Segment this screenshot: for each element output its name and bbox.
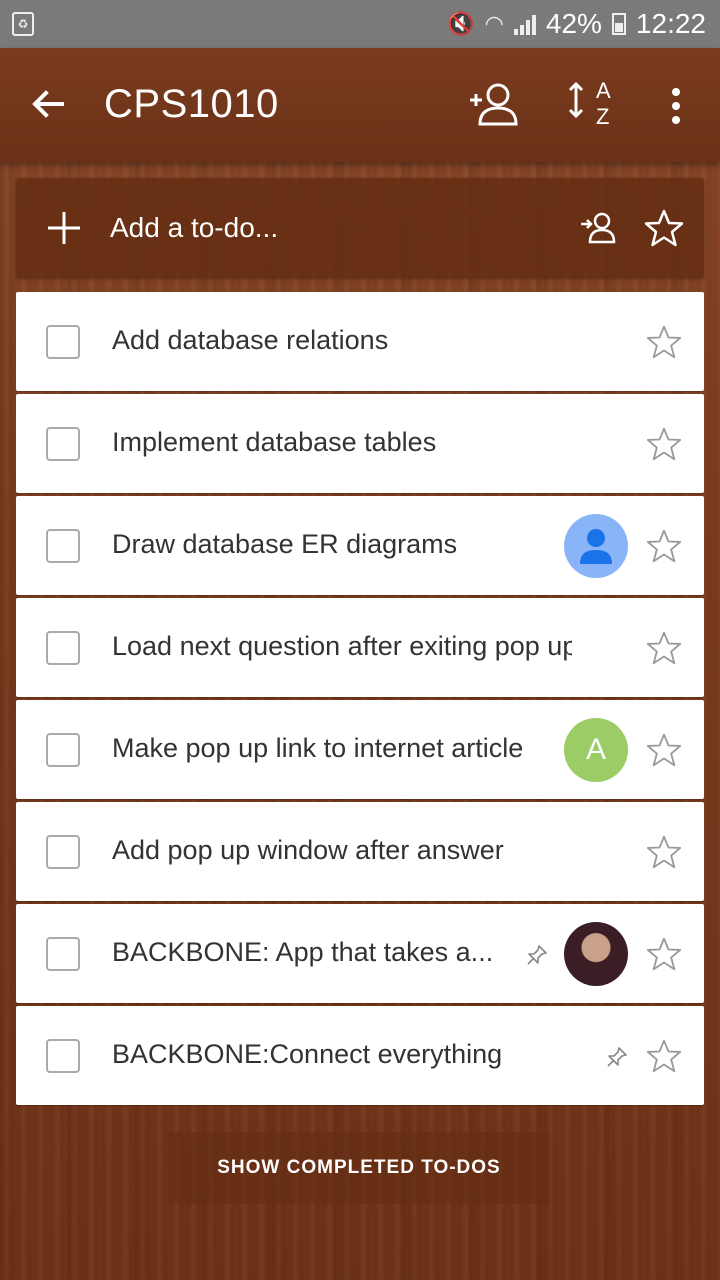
app-bar: CPS1010 A Z: [0, 48, 720, 162]
todo-title: Implement database tables: [112, 427, 437, 457]
todo-item[interactable]: Make pop up link to internet article A: [16, 700, 704, 799]
arrow-left-icon: [32, 90, 64, 118]
todo-checkbox[interactable]: [46, 733, 80, 767]
svg-text:A: A: [596, 78, 611, 103]
todo-checkbox[interactable]: [46, 631, 80, 665]
plus-icon[interactable]: [46, 210, 82, 246]
status-bar: ♻ 🔇 ◠ 42% 12:22: [0, 0, 720, 48]
pin-icon: [526, 944, 548, 966]
assign-button[interactable]: [578, 208, 618, 248]
assign-person-icon: [581, 212, 616, 244]
todo-title: Load next question after exiting pop up: [112, 631, 572, 661]
star-icon[interactable]: [646, 1038, 682, 1074]
recycle-icon: ♻: [12, 12, 34, 36]
clock: 12:22: [635, 8, 706, 39]
sort-button[interactable]: A Z: [566, 76, 616, 132]
back-button[interactable]: [28, 84, 68, 124]
todo-item[interactable]: BACKBONE:Connect everything: [16, 1006, 704, 1105]
todo-item[interactable]: Implement database tables: [16, 394, 704, 493]
todo-title: Add pop up window after answer: [112, 835, 504, 865]
mute-icon: 🔇: [447, 11, 475, 36]
todo-title: BACKBONE:Connect everything: [112, 1039, 503, 1069]
pin-icon: [606, 1046, 628, 1068]
battery-icon: [611, 13, 626, 35]
todo-title: Make pop up link to internet article: [112, 733, 524, 763]
todo-list: Add database relations Implement database…: [16, 292, 704, 1108]
todo-item[interactable]: BACKBONE: App that takes a...: [16, 904, 704, 1003]
todo-item[interactable]: Draw database ER diagrams: [16, 496, 704, 595]
todo-item[interactable]: Add pop up window after answer: [16, 802, 704, 901]
avatar[interactable]: [564, 922, 628, 986]
page-title: CPS1010: [104, 82, 279, 126]
add-member-button[interactable]: [466, 78, 522, 134]
star-icon[interactable]: [646, 426, 682, 462]
avatar[interactable]: A: [564, 718, 628, 782]
star-icon[interactable]: [646, 834, 682, 870]
add-todo-input[interactable]: [110, 206, 550, 250]
star-icon[interactable]: [646, 324, 682, 360]
todo-checkbox[interactable]: [46, 427, 80, 461]
wifi-icon: ◠: [484, 11, 504, 36]
show-completed-button[interactable]: SHOW COMPLETED TO-DOS: [168, 1132, 550, 1204]
todo-title: Add database relations: [112, 325, 389, 355]
todo-item[interactable]: Load next question after exiting pop up: [16, 598, 704, 697]
star-icon[interactable]: [646, 936, 682, 972]
add-person-icon: [470, 83, 518, 126]
more-vertical-icon: [672, 88, 680, 124]
signal-icon: [513, 13, 536, 35]
todo-title: BACKBONE: App that takes a...: [112, 937, 494, 967]
status-indicators: 🔇 ◠ 42% 12:22: [447, 0, 706, 48]
todo-checkbox[interactable]: [46, 1039, 80, 1073]
star-icon[interactable]: [646, 630, 682, 666]
avatar[interactable]: [564, 514, 628, 578]
todo-item[interactable]: Add database relations: [16, 292, 704, 391]
svg-text:Z: Z: [596, 104, 609, 129]
more-options-button[interactable]: [660, 78, 692, 134]
todo-checkbox[interactable]: [46, 529, 80, 563]
star-icon[interactable]: [646, 528, 682, 564]
star-icon: [644, 209, 684, 247]
todo-checkbox[interactable]: [46, 325, 80, 359]
todo-checkbox[interactable]: [46, 835, 80, 869]
star-button[interactable]: [644, 208, 684, 248]
todo-checkbox[interactable]: [46, 937, 80, 971]
star-icon[interactable]: [646, 732, 682, 768]
todo-title: Draw database ER diagrams: [112, 529, 458, 559]
sort-alpha-icon: A Z: [568, 78, 611, 129]
battery-percent: 42%: [545, 8, 602, 39]
add-todo-bar: [16, 178, 704, 278]
